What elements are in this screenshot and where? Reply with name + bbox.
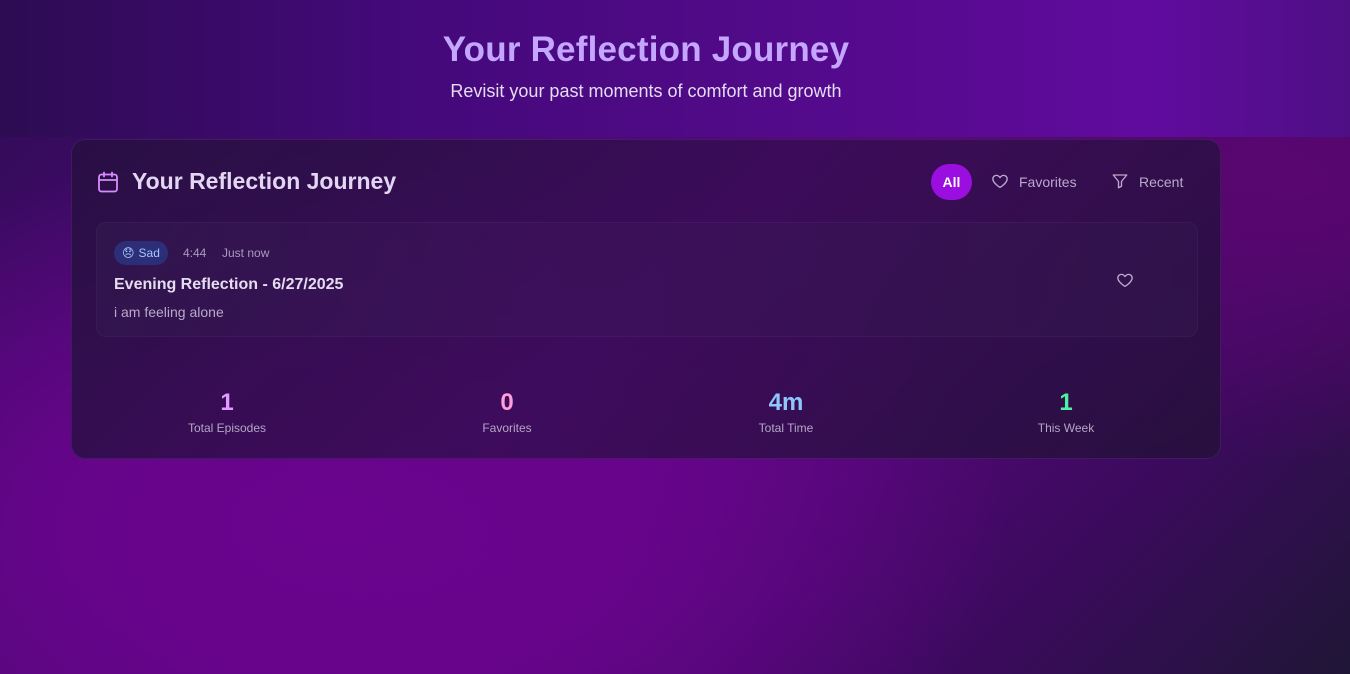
stat-label: Total Episodes [187, 421, 267, 435]
entry-duration: 4:44 [183, 246, 207, 260]
page-subtitle: Revisit your past moments of comfort and… [450, 81, 842, 101]
calendar-icon [96, 170, 120, 194]
filter-recent-label: Recent [1139, 174, 1184, 190]
panel-title: Your Reflection Journey [132, 168, 397, 194]
heart-icon [991, 172, 1009, 193]
stat-value: 0 [500, 389, 514, 416]
filter-icon [1111, 172, 1129, 193]
filter-favorites-button[interactable]: Favorites [991, 164, 1077, 200]
entry-text: i am feeling alone [114, 304, 224, 320]
stat-label: Favorites [482, 421, 532, 435]
stat-total-time: 4m Total Time [686, 389, 886, 436]
stat-value: 1 [220, 389, 234, 416]
mood-badge: 😞 Sad [114, 241, 168, 265]
stat-value: 4m [768, 389, 804, 416]
mood-label: Sad [138, 246, 160, 260]
entry-timestamp: Just now [222, 246, 270, 260]
reflection-entry[interactable]: 😞 Sad 4:44 Just now Evening Reflection -… [96, 222, 1198, 337]
page-title: Your Reflection Journey [442, 30, 850, 69]
stat-value: 1 [1059, 389, 1073, 416]
stat-label: Total Time [758, 421, 814, 435]
sad-face-icon: 😞 [122, 246, 135, 260]
stat-label: This Week [1037, 421, 1095, 435]
stat-favorites: 0 Favorites [407, 389, 607, 436]
filter-favorites-label: Favorites [1019, 174, 1077, 190]
stat-this-week: 1 This Week [966, 389, 1166, 436]
hero-header: Your Reflection Journey Revisit your pas… [0, 0, 1350, 137]
favorite-heart-icon[interactable] [1116, 271, 1134, 289]
filter-all-button[interactable]: All [931, 164, 972, 200]
filter-recent-button[interactable]: Recent [1111, 164, 1183, 200]
entry-title: Evening Reflection - 6/27/2025 [114, 276, 344, 293]
stat-total-episodes: 1 Total Episodes [127, 389, 327, 436]
reflection-panel: Your Reflection Journey All Favorites Re… [71, 139, 1221, 459]
